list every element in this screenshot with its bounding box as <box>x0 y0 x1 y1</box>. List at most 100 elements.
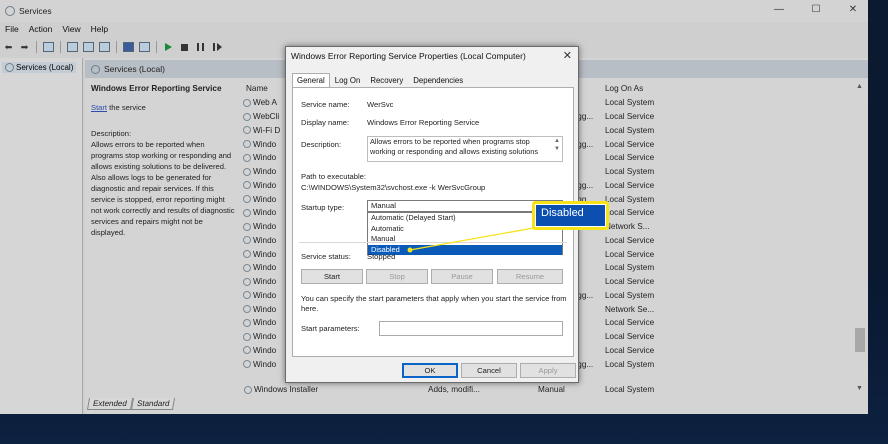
show-hide-console-tree-icon[interactable] <box>42 41 55 53</box>
menu-help[interactable]: Help <box>86 24 113 38</box>
tree-item-services-local[interactable]: Services (Local) <box>2 62 77 73</box>
service-logon: Local System <box>605 194 655 204</box>
start-params-input[interactable] <box>379 321 563 336</box>
tab-dependencies[interactable]: Dependencies <box>408 73 468 88</box>
scroll-arrows-icon[interactable]: ▲ ▼ <box>554 137 560 153</box>
table-row[interactable]: Windo <box>243 316 283 330</box>
service-logon: Local Service <box>605 277 655 287</box>
tree-item-label: Services (Local) <box>16 63 74 72</box>
service-logon: Local Service <box>605 180 655 190</box>
tab-general[interactable]: General <box>292 73 330 88</box>
table-row[interactable]: Windo <box>243 344 283 358</box>
description-text: Allows errors to be reported when progra… <box>370 137 539 156</box>
back-arrow-icon[interactable]: ⬅ <box>2 41 15 53</box>
forward-arrow-icon[interactable]: ➡ <box>18 41 31 53</box>
service-logon: Network Se... <box>605 304 655 314</box>
pane-header-label: Services (Local) <box>104 64 165 74</box>
tab-log-on[interactable]: Log On <box>330 73 366 88</box>
menu-action[interactable]: Action <box>24 24 58 38</box>
service-name: Web A <box>253 98 277 108</box>
table-row[interactable]: Windo <box>243 151 283 165</box>
minimize-button[interactable]: — <box>772 4 786 15</box>
console-tree: Services (Local) <box>0 58 83 414</box>
column-header-name[interactable]: Name <box>246 84 268 93</box>
start-service-link[interactable]: Start <box>91 103 107 112</box>
tab-recovery[interactable]: Recovery <box>365 73 408 88</box>
help-icon[interactable] <box>122 41 135 53</box>
start-params-label: Start parameters: <box>301 324 360 333</box>
service-gear-icon <box>243 167 251 176</box>
service-gear-icon <box>243 112 251 121</box>
dialog-close-button[interactable]: ✕ <box>563 49 572 62</box>
properties-icon[interactable] <box>66 41 79 53</box>
table-row[interactable]: Web A <box>243 96 283 110</box>
table-row-logon: Local System <box>605 385 655 394</box>
table-row[interactable]: Windo <box>243 275 283 289</box>
tab-extended[interactable]: Extended <box>86 398 133 410</box>
table-row-name[interactable]: Windows Installer <box>244 385 318 394</box>
service-logon: Local Service <box>605 139 655 149</box>
table-row[interactable]: Windo <box>243 357 283 371</box>
view-icon[interactable] <box>138 41 151 53</box>
table-row[interactable]: Windo <box>243 192 283 206</box>
table-row[interactable]: Windo <box>243 247 283 261</box>
close-button[interactable]: ✕ <box>846 4 860 15</box>
service-description-panel: Windows Error Reporting Service Start th… <box>91 83 236 238</box>
table-row[interactable]: Windo <box>243 165 283 179</box>
export-list-icon[interactable] <box>98 41 111 53</box>
service-logon: Local System <box>605 263 655 273</box>
refresh-icon[interactable] <box>82 41 95 53</box>
table-row[interactable]: Windo <box>243 179 283 193</box>
table-row[interactable]: Windo <box>243 261 283 275</box>
column-header-log-on-as[interactable]: Log On As <box>605 84 643 93</box>
table-row[interactable]: Windo <box>243 330 283 344</box>
pause-button[interactable]: Pause <box>431 269 493 284</box>
service-gear-icon <box>244 385 252 394</box>
selected-service-title: Windows Error Reporting Service <box>91 84 222 93</box>
path-label: Path to executable: <box>301 172 367 181</box>
stop-service-icon[interactable] <box>178 41 191 53</box>
services-gear-icon <box>5 6 15 16</box>
table-row[interactable]: Wi-Fi D <box>243 124 283 138</box>
stop-button[interactable]: Stop <box>366 269 428 284</box>
startup-type-label: Startup type: <box>301 203 345 212</box>
table-row[interactable]: Windo <box>243 289 283 303</box>
table-row[interactable]: Windo <box>243 234 283 248</box>
dialog-tabs: General Log On Recovery Dependencies <box>292 73 468 88</box>
table-row[interactable]: WebCli <box>243 110 283 124</box>
table-row[interactable]: Windo <box>243 220 283 234</box>
table-row[interactable]: Windo <box>243 302 283 316</box>
service-name: Windo <box>253 249 277 259</box>
scroll-down-icon[interactable]: ▼ <box>856 385 863 392</box>
table-row[interactable]: Windo <box>243 206 283 220</box>
ok-button[interactable]: OK <box>402 363 458 378</box>
service-logon: Local System <box>605 98 655 108</box>
scrollbar-thumb[interactable] <box>855 328 865 352</box>
tab-standard[interactable]: Standard <box>130 398 176 410</box>
path-value: C:\WINDOWS\System32\svchost.exe -k WerSv… <box>301 183 486 192</box>
service-name: Windo <box>253 345 277 355</box>
option-disabled[interactable]: Disabled <box>368 244 562 255</box>
display-name-label: Display name: <box>301 118 350 127</box>
start-service-line: Start the service <box>91 102 236 113</box>
start-service-icon[interactable] <box>162 41 175 53</box>
service-gear-icon <box>243 208 251 217</box>
restart-service-icon[interactable] <box>210 41 223 53</box>
pause-service-icon[interactable] <box>194 41 207 53</box>
service-gear-icon <box>243 98 251 107</box>
menu-view[interactable]: View <box>57 24 85 38</box>
service-gear-icon <box>243 318 251 327</box>
service-logon: Network S... <box>605 222 650 232</box>
service-name: Windows Installer <box>254 385 319 394</box>
resume-button[interactable]: Resume <box>497 269 563 284</box>
scroll-up-icon[interactable]: ▲ <box>856 83 863 90</box>
start-button[interactable]: Start <box>301 269 363 284</box>
start-params-note: You can specify the start parameters tha… <box>301 294 567 313</box>
apply-button[interactable]: Apply <box>520 363 576 378</box>
cancel-button[interactable]: Cancel <box>461 363 517 378</box>
service-gear-icon <box>243 250 251 259</box>
maximize-button[interactable]: ☐ <box>809 4 823 15</box>
menu-file[interactable]: File <box>0 24 24 38</box>
table-row[interactable]: Windo <box>243 137 283 151</box>
description-textbox[interactable]: Allows errors to be reported when progra… <box>367 136 563 162</box>
